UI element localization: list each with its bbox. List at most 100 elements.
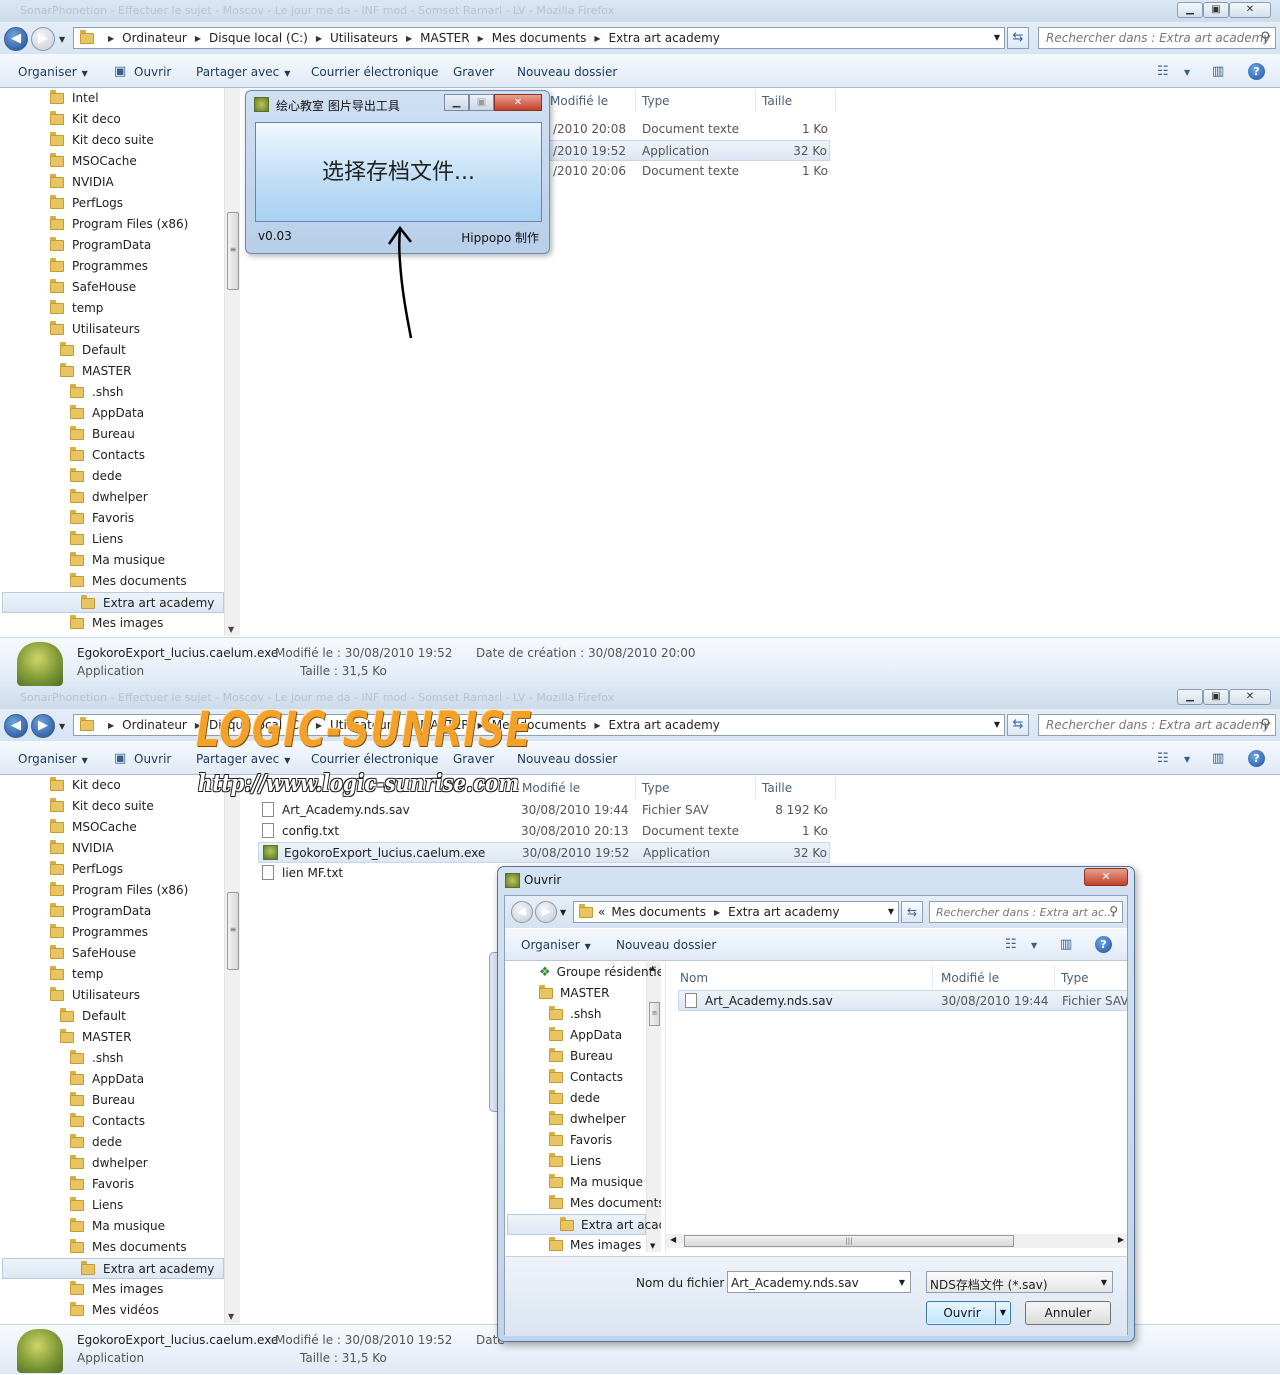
tree-item[interactable]: Mes documents — [70, 571, 224, 592]
breadcrumb[interactable]: Mes documents — [492, 718, 587, 732]
tree-item[interactable]: dwhelper — [70, 487, 224, 508]
search-input[interactable]: Rechercher dans : Extra art academy ⚲ — [1038, 714, 1276, 736]
close-button[interactable]: ✕ — [494, 94, 542, 111]
dialog-search-input[interactable]: Rechercher dans : Extra art ac... ⚲ — [929, 901, 1123, 923]
tree-item[interactable]: NVIDIA — [50, 172, 224, 193]
tree-item[interactable]: MASTER — [60, 1027, 224, 1048]
tree-item[interactable]: MASTER — [60, 361, 224, 382]
search-input[interactable]: Rechercher dans : Extra art academy ⚲ — [1038, 27, 1276, 49]
address-dropdown-icon[interactable]: ▼ — [994, 720, 1000, 729]
scrollbar-thumb[interactable]: ≡ — [649, 1002, 660, 1026]
column-header-size[interactable]: Taille — [762, 781, 792, 795]
table-row[interactable]: config.txt 30/08/2010 20:13 Document texte… — [258, 821, 830, 842]
burn-button[interactable]: Graver — [453, 752, 494, 766]
email-button[interactable]: Courrier électronique — [311, 65, 438, 79]
chevron-right-icon[interactable]: ▶ — [108, 721, 114, 730]
breadcrumb[interactable]: Disque local (C:) — [209, 718, 308, 732]
minimize-button[interactable]: ▁ — [1177, 689, 1203, 705]
organize-button[interactable]: Organiser ▼ — [18, 65, 88, 79]
breadcrumb[interactable]: MASTER — [420, 718, 469, 732]
scroll-down-icon[interactable]: ▼ — [650, 1242, 655, 1250]
filetype-select[interactable]: NDS存档文件 (*.sav) ▼ — [926, 1271, 1113, 1293]
scrollbar-thumb[interactable]: ≡ — [227, 212, 239, 290]
chevron-right-icon[interactable]: ▶ — [195, 34, 201, 43]
tree-item[interactable]: dwhelper — [549, 1109, 646, 1130]
address-bar[interactable]: ▶ Ordinateur ▶ Disque local (C:) ▶ Utilisa… — [73, 27, 1005, 49]
tree-item[interactable]: Bureau — [70, 1090, 224, 1111]
column-separator[interactable] — [755, 777, 756, 799]
tree-item[interactable]: dwhelper — [70, 1153, 224, 1174]
scrollbar-thumb[interactable]: ≡ — [227, 892, 239, 970]
tree-item[interactable]: Bureau — [70, 424, 224, 445]
breadcrumb[interactable]: Mes documents — [611, 905, 706, 919]
tree-item[interactable]: Contacts — [70, 445, 224, 466]
nav-scrollbar[interactable]: ≡ ▼ — [224, 88, 240, 636]
tree-item[interactable]: Program Files (x86) — [50, 880, 224, 901]
tree-item[interactable]: Mes documents — [70, 1237, 224, 1258]
scroll-left-icon[interactable]: ◀ — [670, 1235, 676, 1244]
search-icon[interactable]: ⚲ — [1260, 30, 1270, 45]
refresh-button[interactable]: ⇆ — [1007, 714, 1029, 736]
burn-button[interactable]: Graver — [453, 65, 494, 79]
maximize-button[interactable]: ▣ — [1203, 689, 1229, 705]
tree-item[interactable]: Ma musique — [70, 1216, 224, 1237]
new-folder-button[interactable]: Nouveau dossier — [616, 938, 716, 952]
tree-item[interactable]: Bureau — [549, 1046, 646, 1067]
tree-item[interactable]: Programmes — [50, 256, 224, 277]
breadcrumb[interactable]: Ordinateur — [122, 31, 187, 45]
forward-button[interactable]: ▶ — [31, 714, 55, 738]
help-icon[interactable]: ? — [1248, 750, 1265, 767]
tree-item[interactable]: Mes documents — [549, 1193, 661, 1214]
tree-item[interactable]: Kit deco — [50, 775, 224, 796]
tree-item[interactable]: Mes vidéos — [70, 1300, 224, 1321]
tree-item[interactable]: dede — [549, 1088, 646, 1109]
column-header-modified[interactable]: Modifié le — [550, 94, 608, 108]
cancel-button[interactable]: Annuler — [1025, 1301, 1111, 1325]
tree-item[interactable]: MASTER — [539, 983, 646, 1004]
chevron-right-icon[interactable]: ▶ — [594, 721, 600, 730]
chevron-right-icon[interactable]: ▶ — [594, 34, 600, 43]
share-button[interactable]: Partager avec ▼ — [196, 65, 290, 79]
open-button[interactable]: Ouvrir ▼ — [926, 1301, 1011, 1325]
tree-item[interactable]: SafeHouse — [50, 943, 224, 964]
scrollbar-thumb[interactable]: ||| — [684, 1235, 1014, 1247]
dialog-horizontal-scrollbar[interactable]: ◀ ||| ▶ — [666, 1234, 1127, 1248]
column-separator[interactable] — [635, 90, 636, 112]
tree-item[interactable]: Utilisateurs — [50, 319, 224, 340]
tree-item[interactable]: .shsh — [70, 1048, 224, 1069]
tree-item[interactable]: Liens — [70, 1195, 224, 1216]
column-header-name[interactable]: Nom — [680, 971, 708, 985]
tree-item[interactable]: dede — [70, 466, 224, 487]
tree-item[interactable]: AppData — [70, 403, 224, 424]
tree-item[interactable]: .shsh — [549, 1004, 646, 1025]
overflow-chevron-icon[interactable]: « — [598, 905, 605, 919]
view-options-icon[interactable]: ☷ — [1157, 64, 1169, 79]
tree-item[interactable]: Intel — [50, 88, 224, 109]
breadcrumb[interactable]: Extra art academy — [609, 31, 720, 45]
tree-item[interactable]: Ma musique — [70, 550, 224, 571]
column-separator[interactable] — [932, 966, 933, 988]
address-bar[interactable]: ▶ Ordinateur ▶ Disque local (C:) ▶ Utilisa… — [73, 714, 1005, 736]
chevron-right-icon[interactable]: ▶ — [478, 34, 484, 43]
history-dropdown-icon[interactable]: ▼ — [59, 722, 65, 731]
chevron-right-icon[interactable]: ▶ — [478, 721, 484, 730]
chevron-right-icon[interactable]: ▶ — [195, 721, 201, 730]
chevron-down-icon[interactable]: ▼ — [1101, 1278, 1107, 1287]
breadcrumb[interactable]: Extra art academy — [728, 905, 839, 919]
chevron-down-icon[interactable]: ▼ — [1031, 941, 1037, 950]
breadcrumb[interactable]: Mes documents — [492, 31, 587, 45]
help-icon[interactable]: ? — [1248, 63, 1265, 80]
tree-item[interactable]: temp — [50, 298, 224, 319]
chevron-right-icon[interactable]: ▶ — [108, 34, 114, 43]
organize-button[interactable]: Organiser ▼ — [18, 752, 88, 766]
table-row[interactable]: Art_Academy.nds.sav 30/08/2010 19:44 Fichi… — [258, 800, 830, 821]
tree-item[interactable]: Liens — [70, 529, 224, 550]
address-dropdown-icon[interactable]: ▼ — [888, 907, 894, 916]
close-button[interactable]: ✕ — [1229, 2, 1271, 18]
address-dropdown-icon[interactable]: ▼ — [994, 33, 1000, 42]
back-button[interactable]: ◀ — [511, 901, 533, 923]
close-button[interactable]: ✕ — [1229, 689, 1271, 705]
share-button[interactable]: Partager avec ▼ — [196, 752, 290, 766]
breadcrumb[interactable]: Extra art academy — [609, 718, 720, 732]
breadcrumb[interactable]: MASTER — [420, 31, 469, 45]
